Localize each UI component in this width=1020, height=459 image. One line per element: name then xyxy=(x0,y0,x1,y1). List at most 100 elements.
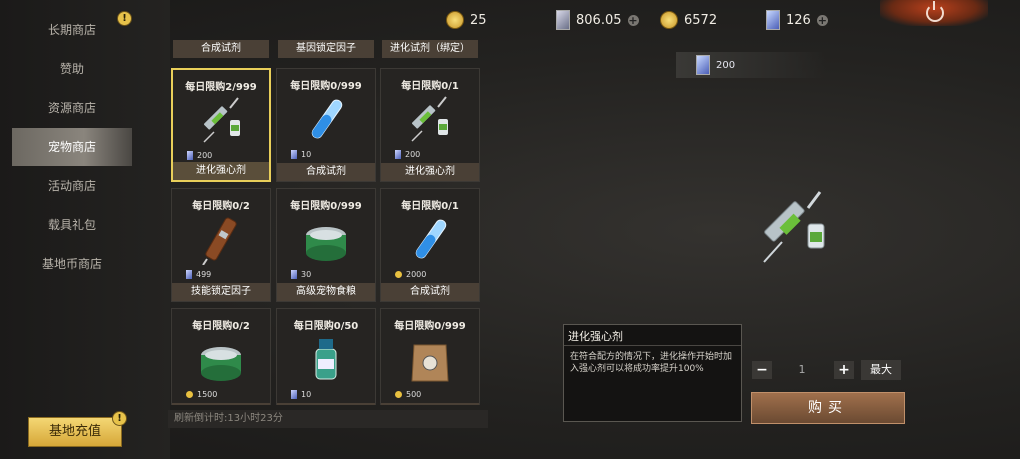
resource-silver-card: 806.05 + xyxy=(556,10,639,30)
detail-price-value: 200 xyxy=(716,59,736,71)
sidebar-item-vehicle-pack[interactable]: 载具礼包 xyxy=(12,206,132,244)
purchase-limit: 每日限购0/1 xyxy=(401,201,459,212)
purchase-limit: 每日限购0/999 xyxy=(394,321,466,332)
syringe-preview-icon xyxy=(763,191,825,263)
increase-quantity-button[interactable]: + xyxy=(834,361,854,379)
decrease-quantity-button[interactable]: − xyxy=(752,361,772,379)
item-price: 2000 xyxy=(381,267,479,281)
price-value: 500 xyxy=(406,389,422,399)
price-value: 2000 xyxy=(406,269,427,279)
green-can-icon xyxy=(201,347,241,381)
item-name: 合成试剂 xyxy=(277,163,375,181)
blue-card-icon xyxy=(766,10,780,30)
purchase-limit: 每日限购0/50 xyxy=(293,321,359,332)
shop-item-card[interactable]: 每日限购0/2 499 技能锁定因子 xyxy=(171,188,271,302)
item-price: 1500 xyxy=(172,387,270,401)
item-name: 合成限制突破剂（绑定 xyxy=(277,403,375,405)
blue-card-icon xyxy=(696,55,710,75)
quantity-input[interactable]: 1 xyxy=(775,361,829,379)
sidebar-item-base-coin-shop[interactable]: 基地币商店 xyxy=(12,245,132,283)
item-title: 进化强心剂 xyxy=(568,330,623,343)
item-description-box: 进化强心剂 在符合配方的情况下，进化操作开始时加入强心剂可以将成功率提升100% xyxy=(563,324,742,422)
item-price: 10 xyxy=(277,147,375,161)
syringe-green-icon xyxy=(203,97,240,143)
alert-icon: ! xyxy=(117,11,132,26)
resource-small-coin: 25 xyxy=(446,10,487,30)
shop-item-card[interactable]: 每日限购0/1 200 进化强心剂 xyxy=(380,68,480,182)
purchase-limit: 每日限购0/2 xyxy=(192,321,250,332)
price-value: 10 xyxy=(301,149,312,159)
card-icon xyxy=(291,389,297,399)
price-value: 1500 xyxy=(197,389,218,399)
price-value: 499 xyxy=(196,269,212,279)
price-value: 200 xyxy=(197,150,213,160)
sidebar-item-event-shop[interactable]: 活动商店 xyxy=(12,167,132,205)
sidebar: 长期商店 ! 赞助 资源商店 宠物商店 活动商店 载具礼包 基地币商店 基地充值… xyxy=(0,0,170,459)
item-name: 进化强心剂 xyxy=(173,162,269,180)
item-description: 在符合配方的情况下，进化操作开始时加入强心剂可以将成功率提升100% xyxy=(570,352,733,374)
card-icon xyxy=(556,10,570,30)
medicine-bottle-icon xyxy=(315,339,337,380)
base-recharge-button[interactable]: 基地充值 xyxy=(28,417,122,447)
sidebar-item-resource-shop[interactable]: 资源商店 xyxy=(12,89,132,127)
card-icon xyxy=(186,269,192,279)
purchase-limit: 每日限购0/999 xyxy=(290,81,362,92)
resource-value: 25 xyxy=(470,12,487,28)
item-name: 高级宠物食粮 xyxy=(277,283,375,301)
resource-value: 806.05 xyxy=(576,12,622,28)
shop-item-card[interactable]: 每日限购0/50 10 合成限制突破剂（绑定 xyxy=(276,308,376,405)
gold-coin-icon xyxy=(186,390,193,398)
gold-coin-icon xyxy=(395,390,402,398)
buy-button[interactable]: 购买 xyxy=(751,392,905,424)
item-name xyxy=(172,403,270,405)
shop-item-card[interactable]: 每日限购2/999 200 进化强心剂 xyxy=(171,68,271,182)
card-icon xyxy=(291,269,297,279)
card-icon xyxy=(395,149,401,159)
price-value: 10 xyxy=(301,389,312,399)
purchase-limit: 每日限购0/1 xyxy=(401,81,459,92)
price-value: 200 xyxy=(405,149,421,159)
green-can-icon xyxy=(306,227,346,261)
add-icon[interactable]: + xyxy=(627,14,639,26)
item-name: 技能锁定因子 xyxy=(172,283,270,301)
item-name: 进化强心剂 xyxy=(381,163,479,181)
shop-item-card[interactable]: 每日限购0/999 500 xyxy=(380,308,480,405)
shop-grid[interactable]: 合成试剂 基因锁定因子 进化试剂（绑定） 每日限购2/999 200 进化强心剂 每日… xyxy=(168,40,488,405)
add-icon[interactable]: + xyxy=(816,14,828,26)
card-name: 进化试剂（绑定） xyxy=(382,40,478,58)
item-price: 500 xyxy=(381,387,479,401)
shop-item-card[interactable]: 每日限购0/1 2000 合成试剂 xyxy=(380,188,480,302)
refresh-countdown: 刷新倒计时:13小时23分 xyxy=(168,410,488,428)
item-price: 200 xyxy=(381,147,479,161)
sidebar-item-sponsor[interactable]: 赞助 xyxy=(12,50,132,88)
rusty-injector-icon xyxy=(202,217,237,265)
item-price: 30 xyxy=(277,267,375,281)
purchase-limit: 每日限购2/999 xyxy=(185,82,257,93)
detail-price: 200 xyxy=(676,52,826,78)
shop-item-card[interactable]: 每日限购0/999 10 合成试剂 xyxy=(276,68,376,182)
resource-gold: 6572 xyxy=(660,10,717,30)
item-name xyxy=(381,403,479,405)
item-name: 合成试剂 xyxy=(381,283,479,301)
max-quantity-button[interactable]: 最大 xyxy=(861,360,901,380)
test-tube-blue-icon xyxy=(415,219,447,259)
coin-icon xyxy=(446,11,464,29)
purchase-limit: 每日限购0/999 xyxy=(290,201,362,212)
card-name: 合成试剂 xyxy=(173,40,269,58)
gold-coin-icon xyxy=(660,11,678,29)
power-icon[interactable] xyxy=(926,1,944,22)
card-icon xyxy=(291,149,297,159)
test-tube-blue-icon xyxy=(311,99,343,139)
price-value: 30 xyxy=(301,269,312,279)
sidebar-item-pet-shop[interactable]: 宠物商店 xyxy=(12,128,132,166)
resource-value: 126 xyxy=(786,12,811,28)
card-icon xyxy=(187,150,193,160)
sidebar-item-long-term-shop[interactable]: 长期商店 xyxy=(12,11,132,49)
shop-item-card[interactable]: 每日限购0/2 1500 xyxy=(171,308,271,405)
item-price: 200 xyxy=(173,148,269,162)
item-price: 10 xyxy=(277,387,375,401)
shop-item-card[interactable]: 每日限购0/999 30 高级宠物食粮 xyxy=(276,188,376,302)
purchase-limit: 每日限购0/2 xyxy=(192,201,250,212)
resource-blue-card: 126 + xyxy=(766,10,828,30)
item-price: 499 xyxy=(172,267,270,281)
